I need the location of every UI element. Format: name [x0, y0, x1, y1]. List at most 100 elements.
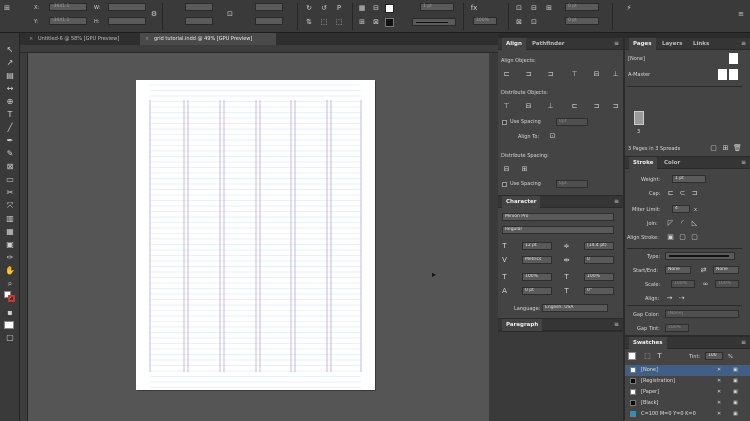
spacing-field-2[interactable]: 0pt	[556, 180, 588, 188]
eyedropper-tool-icon[interactable]: ✑	[4, 253, 16, 263]
zoom-tool-icon[interactable]: ⌕	[4, 279, 16, 289]
flip-v-icon[interactable]: ⇅	[305, 18, 313, 26]
free-transform-tool-icon[interactable]: ⤧	[4, 201, 16, 211]
end-select[interactable]: None	[713, 266, 739, 274]
swap-arrowheads-icon[interactable]: ⇄	[699, 266, 708, 274]
tint-field[interactable]: 100	[705, 352, 723, 360]
type-tool-icon[interactable]: T	[4, 110, 16, 120]
use-spacing-checkbox[interactable]	[502, 120, 507, 125]
stroke-color-swatch[interactable]	[8, 295, 15, 302]
pen-tool-icon[interactable]: ✒	[4, 136, 16, 146]
distribute-left-icon[interactable]: ⊏	[570, 102, 579, 110]
tab-layers[interactable]: Layers	[658, 38, 686, 50]
scale-start-field[interactable]: 100%	[671, 280, 695, 288]
fill-proportional-icon[interactable]: ⊡	[530, 18, 538, 26]
select-icon[interactable]: ⊟	[372, 4, 380, 12]
effects-icon[interactable]: fx	[470, 4, 478, 12]
tab-color[interactable]: Color	[660, 157, 684, 169]
vertical-scale-field[interactable]: 100%	[522, 273, 552, 281]
doc-tab-grid-tutorial[interactable]: × grid tutorial.indd @ 49% [GPU Preview]	[140, 33, 276, 45]
panel-menu-icon[interactable]: ≡	[737, 10, 745, 18]
vertical-ruler[interactable]	[20, 53, 28, 421]
horizontal-ruler[interactable]	[20, 45, 498, 53]
stroke-type-select[interactable]	[665, 252, 735, 260]
note-tool-icon[interactable]: ▣	[4, 240, 16, 250]
align-vcenter-icon[interactable]: ⊟	[592, 70, 601, 78]
scale-y-field[interactable]	[185, 17, 213, 25]
swatch-row[interactable]: [Paper] ✕ ▣	[625, 387, 750, 398]
round-cap-icon[interactable]: ⊂	[678, 189, 687, 197]
align-stroke-inside-icon[interactable]: ▢	[678, 233, 687, 241]
tab-align[interactable]: Align	[502, 38, 526, 50]
none-master-thumbnail[interactable]	[729, 53, 738, 64]
gap-tool-icon[interactable]: ↔	[4, 84, 16, 94]
stroke-swatch[interactable]	[385, 18, 394, 27]
direct-selection-tool-icon[interactable]: ↗	[4, 58, 16, 68]
projecting-cap-icon[interactable]: ⊐	[690, 189, 699, 197]
align-hcenter-icon[interactable]: ⊐	[524, 70, 533, 78]
align-to-selection-icon[interactable]: ⊡	[548, 132, 557, 140]
frame-icon[interactable]: ⊞	[358, 18, 366, 26]
miter-join-icon[interactable]: ◸	[666, 219, 675, 227]
font-family-select[interactable]: Minion Pro	[502, 213, 614, 221]
rotate-field[interactable]	[255, 3, 283, 11]
opacity-field[interactable]: 100%	[473, 17, 497, 25]
bevel-join-icon[interactable]: ◺	[690, 219, 699, 227]
lock-icon[interactable]: ⊡	[226, 10, 234, 18]
weight-field[interactable]: 1 pt	[672, 175, 706, 183]
scale-x-field[interactable]	[185, 3, 213, 11]
y-field[interactable]: -3641.1	[49, 17, 87, 25]
swatch-row[interactable]: [Registration] ✕ ▣	[625, 376, 750, 387]
panel-menu-icon[interactable]: ≡	[614, 198, 619, 205]
tab-pathfinder[interactable]: Pathfinder	[528, 38, 569, 50]
vertical-scrollbar[interactable]	[489, 53, 498, 421]
a-master-thumbnail-left[interactable]	[718, 69, 727, 80]
constrain-icon[interactable]: ⚙	[150, 10, 158, 18]
align-right-icon[interactable]: ⊐	[546, 70, 555, 78]
gradient-feather-tool-icon[interactable]: ▦	[4, 227, 16, 237]
swatch-row[interactable]: C=100 M=0 Y=0 K=0 ✕ ▣	[625, 409, 750, 420]
baseline-shift-field[interactable]: 0 pt	[522, 287, 552, 295]
delete-page-icon[interactable]: 🗑	[733, 144, 742, 152]
rectangle-frame-tool-icon[interactable]: ⊠	[4, 162, 16, 172]
text-wrap-icon[interactable]: ⊠	[372, 18, 380, 26]
tab-stroke[interactable]: Stroke	[629, 157, 658, 169]
select-container-icon[interactable]: ⬚	[320, 18, 328, 26]
auto-fit-icon[interactable]: ⊡	[515, 4, 523, 12]
distribute-bottom-icon[interactable]: ⊥	[546, 102, 555, 110]
link-scale-icon[interactable]: ∞	[701, 280, 710, 288]
page-thumbnail[interactable]	[634, 111, 644, 125]
panel-menu-icon[interactable]: ≡	[741, 159, 746, 166]
align-stroke-outside-icon[interactable]: ▢	[690, 233, 699, 241]
page-tool-icon[interactable]: ▤	[4, 71, 16, 81]
reference-point-icon[interactable]: ⊞	[3, 4, 11, 12]
rotate-ccw-icon[interactable]: ↺	[320, 4, 328, 12]
swatch-row[interactable]: [None] ✕ ▣	[625, 365, 750, 376]
align-top-icon[interactable]: ⊤	[570, 70, 579, 78]
quick-apply-icon[interactable]: ⚡	[625, 4, 633, 12]
page-size-icon[interactable]: ▢	[709, 144, 718, 152]
distribute-hcenter-icon[interactable]: ⊐	[592, 102, 601, 110]
tab-links[interactable]: Links	[689, 38, 713, 50]
x-field[interactable]: -3641.1	[49, 3, 87, 11]
scale-end-field[interactable]: 100%	[715, 280, 739, 288]
distribute-vspace-icon[interactable]: ⊟	[502, 165, 511, 173]
pencil-tool-icon[interactable]: ✎	[4, 149, 16, 159]
align-bottom-icon[interactable]: ⊥	[611, 70, 620, 78]
round-join-icon[interactable]: ◜	[678, 219, 687, 227]
stroke-type-select[interactable]	[412, 18, 456, 26]
panel-menu-icon[interactable]: ≡	[741, 40, 746, 47]
panel-menu-icon[interactable]: ≡	[614, 321, 619, 328]
document-page[interactable]	[136, 80, 375, 390]
butt-cap-icon[interactable]: ⊏	[666, 189, 675, 197]
w-field[interactable]	[108, 3, 146, 11]
gap-color-select[interactable]: [None]	[665, 310, 739, 318]
distribute-hspace-icon[interactable]: ⊞	[520, 165, 529, 173]
flip-h-icon[interactable]: P	[335, 4, 343, 12]
panel-menu-icon[interactable]: ≡	[741, 339, 746, 346]
align-left-icon[interactable]: ⊏	[502, 70, 511, 78]
tracking-field[interactable]: 0	[584, 256, 614, 264]
leading-field[interactable]: (14.4 pt)	[584, 242, 614, 250]
kerning-field[interactable]: Metrics	[522, 256, 552, 264]
tab-pages[interactable]: Pages	[629, 38, 656, 50]
